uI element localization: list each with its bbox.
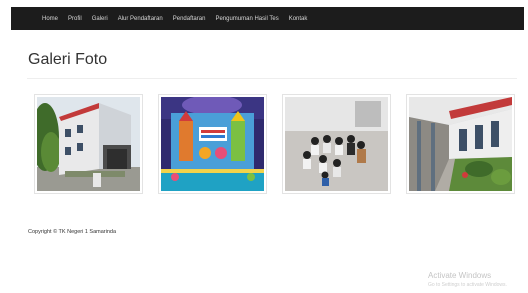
nav-item-profil[interactable]: Profil bbox=[68, 16, 82, 22]
gallery-photo-school-corridor[interactable] bbox=[406, 94, 515, 194]
photo-gallery bbox=[34, 94, 518, 194]
nav-item-home[interactable]: Home bbox=[42, 16, 58, 22]
activate-windows-title: Activate Windows bbox=[428, 271, 492, 280]
footer-copyright: Copyright © TK Negeri 1 Samarinda bbox=[28, 229, 117, 235]
page-title: Galeri Foto bbox=[28, 51, 108, 68]
nav-item-pengumuman-hasil-tes[interactable]: Pengumuman Hasil Tes bbox=[215, 16, 278, 22]
nav-item-alur-pendaftaran[interactable]: Alur Pendaftaran bbox=[118, 16, 163, 22]
school-corridor-image bbox=[409, 97, 512, 191]
nav-item-kontak[interactable]: Kontak bbox=[289, 16, 308, 22]
stage-decoration-image bbox=[161, 97, 264, 191]
activate-windows-subtitle: Go to Settings to activate Windows. bbox=[428, 282, 507, 288]
gallery-photo-stage-decoration[interactable] bbox=[158, 94, 267, 194]
nav-item-pendaftaran[interactable]: Pendaftaran bbox=[173, 16, 206, 22]
nav-item-galeri[interactable]: Galeri bbox=[92, 16, 108, 22]
gallery-photo-school-building[interactable] bbox=[34, 94, 143, 194]
gallery-photo-children-classroom[interactable] bbox=[282, 94, 391, 194]
school-building-image bbox=[37, 97, 140, 191]
top-navbar: Home Profil Galeri Alur Pendaftaran Pend… bbox=[11, 7, 524, 30]
children-classroom-image bbox=[285, 97, 388, 191]
title-divider bbox=[27, 78, 517, 79]
